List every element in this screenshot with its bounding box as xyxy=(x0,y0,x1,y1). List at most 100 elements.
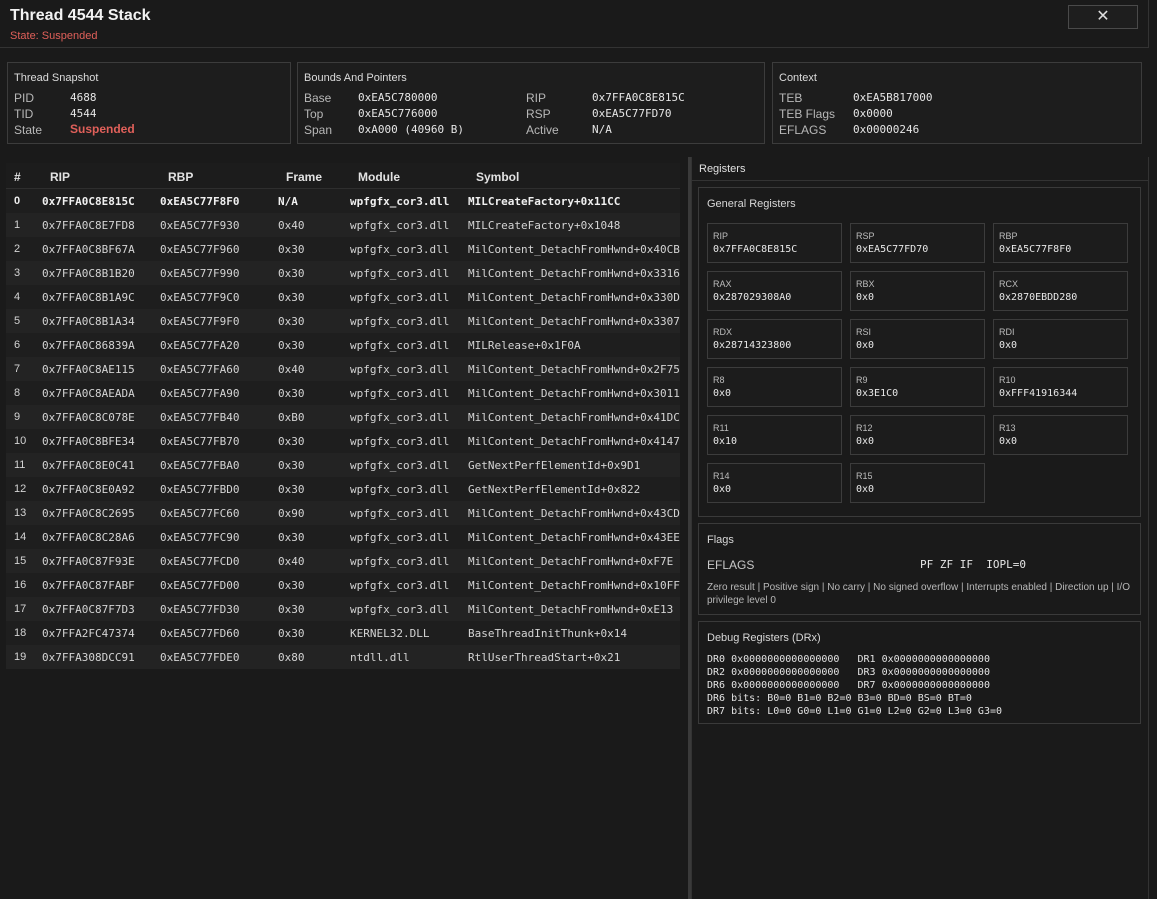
column-header-frame[interactable]: Frame xyxy=(286,170,322,184)
column-header-index[interactable]: # xyxy=(14,170,21,184)
frame-size-cell: 0x30 xyxy=(278,531,305,544)
register-r14-box[interactable]: R14 0x0 xyxy=(707,463,842,503)
rip-cell: 0x7FFA0C87F7D3 xyxy=(42,603,135,616)
register-rax-box[interactable]: RAX 0x287029308A0 xyxy=(707,271,842,311)
rbp-cell: 0xEA5C77FD30 xyxy=(160,603,240,616)
register-value: 0x10 xyxy=(713,436,738,447)
close-icon[interactable]: ✕ xyxy=(1096,8,1109,25)
register-r10-box[interactable]: R10 0xFFF41916344 xyxy=(993,367,1128,407)
module-cell: wpfgfx_cor3.dll xyxy=(350,267,450,280)
rbp-cell: 0xEA5C77FD60 xyxy=(160,627,240,640)
table-row[interactable]: 0 0x7FFA0C8E815C 0xEA5C77F8F0 N/A wpfgfx_cor… xyxy=(6,189,680,213)
table-row[interactable]: 17 0x7FFA0C87F7D3 0xEA5C77FD30 0x30 wpfgfx_c… xyxy=(6,597,680,621)
registers-header: Registers xyxy=(692,157,1148,181)
register-r13-box[interactable]: R13 0x0 xyxy=(993,415,1128,455)
symbol-cell: RtlUserThreadStart+0x21 xyxy=(468,651,621,664)
frame-size-cell: 0x40 xyxy=(278,219,305,232)
column-header-rip[interactable]: RIP xyxy=(50,170,70,184)
register-name: R12 xyxy=(856,423,873,433)
register-value: 0x7FFA0C8E815C xyxy=(713,244,798,255)
table-row[interactable]: 11 0x7FFA0C8E0C41 0xEA5C77FBA0 0x30 wpfgfx_c… xyxy=(6,453,680,477)
register-rip-box[interactable]: RIP 0x7FFA0C8E815C xyxy=(707,223,842,263)
frame-size-cell: 0x30 xyxy=(278,291,305,304)
register-value: 0xEA5C77FD70 xyxy=(856,244,929,255)
general-registers-section: General Registers RIP 0x7FFA0C8E815C RSP 0x… xyxy=(698,187,1141,517)
stack-frames-table[interactable]: # RIP RBP Frame Module Symbol 0 0x7FFA0C8… xyxy=(6,163,680,669)
register-value: 0x3E1C0 xyxy=(856,388,899,399)
debug-register-line: DR2 0x0000000000000000 DR3 0x00000000000… xyxy=(707,667,990,678)
register-r9-box[interactable]: R9 0x3E1C0 xyxy=(850,367,985,407)
window-title: Thread 4544 Stack xyxy=(10,7,151,24)
register-rsi-box[interactable]: RSI 0x0 xyxy=(850,319,985,359)
register-value: 0x0 xyxy=(856,292,875,303)
register-rbp-box[interactable]: RBP 0xEA5C77F8F0 xyxy=(993,223,1128,263)
table-row[interactable]: 9 0x7FFA0C8C078E 0xEA5C77FB40 0xB0 wpfgfx_co… xyxy=(6,405,680,429)
flags-section: Flags EFLAGS PF ZF IF IOPL=0 Zero result… xyxy=(698,523,1141,615)
table-row[interactable]: 10 0x7FFA0C8BFE34 0xEA5C77FB70 0x30 wpfgfx_c… xyxy=(6,429,680,453)
thread-state-line: State: Suspended xyxy=(10,30,98,42)
table-row[interactable]: 18 0x7FFA2FC47374 0xEA5C77FD60 0x30 KERNEL32… xyxy=(6,621,680,645)
table-row[interactable]: 14 0x7FFA0C8C28A6 0xEA5C77FC90 0x30 wpfgfx_c… xyxy=(6,525,680,549)
frame-index-cell: 7 xyxy=(14,363,21,375)
symbol-cell: MilContent_DetachFromHwnd+0x43EE6 xyxy=(468,531,680,544)
table-row[interactable]: 1 0x7FFA0C8E7FD8 0xEA5C77F930 0x40 wpfgfx_co… xyxy=(6,213,680,237)
table-row[interactable]: 8 0x7FFA0C8AEADA 0xEA5C77FA90 0x30 wpfgfx_co… xyxy=(6,381,680,405)
rip-cell: 0x7FFA0C86839A xyxy=(42,339,135,352)
register-rbx-box[interactable]: RBX 0x0 xyxy=(850,271,985,311)
title-bar: Thread 4544 Stack State: Suspended ✕ xyxy=(0,0,1149,48)
module-cell: wpfgfx_cor3.dll xyxy=(350,315,450,328)
table-row[interactable]: 7 0x7FFA0C8AE115 0xEA5C77FA60 0x40 wpfgfx_co… xyxy=(6,357,680,381)
tid-value: 4544 xyxy=(70,107,97,120)
register-name: RAX xyxy=(713,279,732,289)
frame-size-cell: 0x30 xyxy=(278,435,305,448)
debug-register-line: DR6 bits: B0=0 B1=0 B2=0 B3=0 BD=0 BS=0 … xyxy=(707,693,972,704)
symbol-cell: GetNextPerfElementId+0x9D1 xyxy=(468,459,641,472)
teb-flags-value: 0x0000 xyxy=(853,107,893,120)
register-r11-box[interactable]: R11 0x10 xyxy=(707,415,842,455)
rip-cell: 0x7FFA0C8B1B20 xyxy=(42,267,135,280)
column-header-symbol[interactable]: Symbol xyxy=(476,170,519,184)
table-row[interactable]: 3 0x7FFA0C8B1B20 0xEA5C77F990 0x30 wpfgfx_co… xyxy=(6,261,680,285)
register-r12-box[interactable]: R12 0x0 xyxy=(850,415,985,455)
register-r15-box[interactable]: R15 0x0 xyxy=(850,463,985,503)
table-row[interactable]: 4 0x7FFA0C8B1A9C 0xEA5C77F9C0 0x30 wpfgfx_co… xyxy=(6,285,680,309)
module-cell: ntdll.dll xyxy=(350,651,410,664)
module-cell: wpfgfx_cor3.dll xyxy=(350,411,450,424)
frame-index-cell: 0 xyxy=(14,195,21,207)
rip-cell: 0x7FFA0C8B1A34 xyxy=(42,315,135,328)
table-row[interactable]: 19 0x7FFA308DCC91 0xEA5C77FDE0 0x80 ntdll.dl… xyxy=(6,645,680,669)
table-row[interactable]: 15 0x7FFA0C87F93E 0xEA5C77FCD0 0x40 wpfgfx_c… xyxy=(6,549,680,573)
thread-snapshot-title: Thread Snapshot xyxy=(14,72,99,84)
column-header-module[interactable]: Module xyxy=(358,170,400,184)
table-row[interactable]: 13 0x7FFA0C8C2695 0xEA5C77FC60 0x90 wpfgfx_c… xyxy=(6,501,680,525)
register-name: RBX xyxy=(856,279,875,289)
register-value: 0x2870EBDD280 xyxy=(999,292,1078,303)
table-row[interactable]: 12 0x7FFA0C8E0A92 0xEA5C77FBD0 0x30 wpfgfx_c… xyxy=(6,477,680,501)
register-value: 0x0 xyxy=(999,436,1018,447)
table-row[interactable]: 5 0x7FFA0C8B1A34 0xEA5C77F9F0 0x30 wpfgfx_co… xyxy=(6,309,680,333)
debug-register-line: DR0 0x0000000000000000 DR1 0x00000000000… xyxy=(707,654,990,665)
rbp-cell: 0xEA5C77F930 xyxy=(160,219,240,232)
register-rsp-box[interactable]: RSP 0xEA5C77FD70 xyxy=(850,223,985,263)
state-value: Suspended xyxy=(70,122,135,136)
close-button[interactable]: ✕ xyxy=(1068,5,1138,29)
rbp-cell: 0xEA5C77FC90 xyxy=(160,531,240,544)
module-cell: KERNEL32.DLL xyxy=(350,627,430,640)
register-rdi-box[interactable]: RDI 0x0 xyxy=(993,319,1128,359)
symbol-cell: BaseThreadInitThunk+0x14 xyxy=(468,627,627,640)
table-row[interactable]: 6 0x7FFA0C86839A 0xEA5C77FA20 0x30 wpfgfx_co… xyxy=(6,333,680,357)
register-r8-box[interactable]: R8 0x0 xyxy=(707,367,842,407)
column-header-rbp[interactable]: RBP xyxy=(168,170,193,184)
table-row[interactable]: 2 0x7FFA0C8BF67A 0xEA5C77F960 0x30 wpfgfx_co… xyxy=(6,237,680,261)
debug-registers-section: Debug Registers (DRx) DR0 0x000000000000… xyxy=(698,621,1141,724)
rbp-cell: 0xEA5C77FA20 xyxy=(160,339,240,352)
table-row[interactable]: 16 0x7FFA0C87FABF 0xEA5C77FD00 0x30 wpfgfx_c… xyxy=(6,573,680,597)
register-value: 0x0 xyxy=(713,388,732,399)
register-rcx-box[interactable]: RCX 0x2870EBDD280 xyxy=(993,271,1128,311)
module-cell: wpfgfx_cor3.dll xyxy=(350,195,450,208)
register-name: R14 xyxy=(713,471,730,481)
frame-index-cell: 15 xyxy=(14,555,27,567)
register-value: 0x0 xyxy=(856,484,875,495)
register-rdx-box[interactable]: RDX 0x28714323800 xyxy=(707,319,842,359)
register-name: RCX xyxy=(999,279,1019,289)
